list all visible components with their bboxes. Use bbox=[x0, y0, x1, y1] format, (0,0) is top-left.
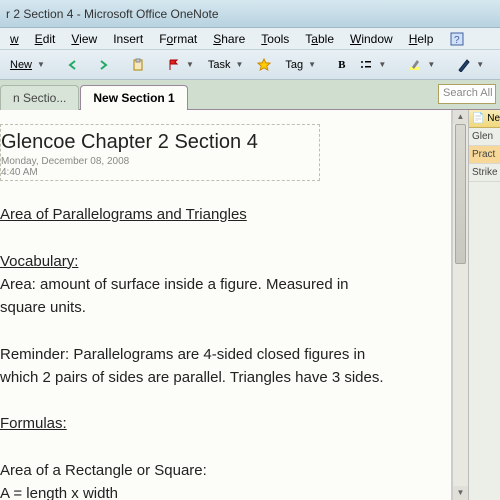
undo-button[interactable] bbox=[61, 54, 87, 76]
note-text[interactable]: which 2 pairs of sides are parallel. Tri… bbox=[0, 366, 451, 389]
note-vocab-heading[interactable]: Vocabulary: bbox=[0, 250, 451, 273]
svg-text:?: ? bbox=[454, 35, 460, 46]
menu-insert[interactable]: Insert bbox=[107, 30, 149, 48]
page-time: 4:40 AM bbox=[1, 167, 309, 178]
search-input[interactable]: Search All bbox=[438, 84, 496, 104]
note-body[interactable]: Area of Parallelograms and Triangles Voc… bbox=[0, 203, 451, 500]
scroll-down-arrow[interactable]: ▼ bbox=[453, 486, 468, 500]
menu-table[interactable]: Table bbox=[299, 30, 340, 48]
chevron-down-icon: ▼ bbox=[427, 60, 435, 69]
page-date: Monday, December 08, 2008 bbox=[1, 156, 309, 167]
page-tab-practice[interactable]: Pract bbox=[469, 146, 500, 164]
page-title-container[interactable]: Glencoe Chapter 2 Section 4 Monday, Dece… bbox=[0, 124, 320, 181]
note-text[interactable]: Reminder: Parallelograms are 4-sided clo… bbox=[0, 343, 451, 366]
note-heading[interactable]: Area of Parallelograms and Triangles bbox=[0, 203, 451, 226]
section-tabs: n Sectio... New Section 1 Search All bbox=[0, 80, 500, 110]
vertical-scrollbar[interactable]: ▲ ▼ bbox=[452, 110, 468, 500]
work-area: Glencoe Chapter 2 Section 4 Monday, Dece… bbox=[0, 110, 500, 500]
task-button[interactable]: Task ▼ bbox=[202, 55, 250, 75]
chevron-down-icon: ▼ bbox=[476, 60, 484, 69]
note-text[interactable]: Area of a Rectangle or Square: bbox=[0, 459, 451, 482]
tab-prev-section[interactable]: n Sectio... bbox=[0, 85, 79, 110]
page-title[interactable]: Glencoe Chapter 2 Section 4 bbox=[1, 131, 309, 154]
redo-button[interactable] bbox=[89, 54, 115, 76]
window-title: r 2 Section 4 - Microsoft Office OneNote bbox=[6, 7, 219, 21]
note-text[interactable]: Area: amount of surface inside a figure.… bbox=[0, 273, 451, 296]
chevron-down-icon: ▼ bbox=[235, 60, 243, 69]
pen-button[interactable]: ▼ bbox=[451, 54, 490, 76]
menu-bar: w Edit View Insert Format Share Tools Ta… bbox=[0, 28, 500, 50]
note-formulas-heading[interactable]: Formulas: bbox=[0, 412, 451, 435]
eraser-button[interactable] bbox=[492, 54, 500, 76]
tag-button[interactable]: Tag ▼ bbox=[279, 55, 322, 75]
tab-new-section-1[interactable]: New Section 1 bbox=[80, 85, 187, 110]
menu-view[interactable]: View bbox=[65, 30, 103, 48]
highlight-button[interactable]: ▼ bbox=[402, 54, 441, 76]
flag-button[interactable]: ▼ bbox=[161, 54, 200, 76]
scroll-thumb[interactable] bbox=[455, 124, 466, 264]
page-tab-glencoe[interactable]: Glen bbox=[469, 128, 500, 146]
menu-window[interactable]: Window bbox=[344, 30, 399, 48]
menu-tools[interactable]: Tools bbox=[255, 30, 295, 48]
task-label: Task bbox=[208, 59, 231, 71]
tag-star-button[interactable] bbox=[251, 54, 277, 76]
chevron-down-icon: ▼ bbox=[378, 60, 386, 69]
title-bar: r 2 Section 4 - Microsoft Office OneNote bbox=[0, 0, 500, 28]
toolbar: New▼ ▼ Task ▼ Tag ▼ B ▼ ▼ ▼ bbox=[0, 50, 500, 80]
menu-help[interactable]: Help bbox=[403, 30, 440, 48]
note-text[interactable]: A = length x width bbox=[0, 482, 451, 500]
menu-file-new[interactable]: w bbox=[4, 30, 25, 48]
page-list-panel: 📄 Ne Glen Pract Strike bbox=[468, 110, 500, 500]
bullets-button[interactable]: ▼ bbox=[353, 54, 392, 76]
menu-format[interactable]: Format bbox=[153, 30, 203, 48]
new-page-button[interactable]: 📄 Ne bbox=[469, 110, 500, 128]
new-button[interactable]: New▼ bbox=[4, 55, 51, 75]
clipboard-button[interactable] bbox=[125, 54, 151, 76]
tag-label: Tag bbox=[285, 59, 303, 71]
chevron-down-icon: ▼ bbox=[186, 60, 194, 69]
scroll-up-arrow[interactable]: ▲ bbox=[453, 110, 468, 124]
note-text[interactable]: square units. bbox=[0, 296, 451, 319]
page-tab-strike[interactable]: Strike bbox=[469, 164, 500, 182]
menu-share[interactable]: Share bbox=[207, 30, 251, 48]
note-page[interactable]: Glencoe Chapter 2 Section 4 Monday, Dece… bbox=[0, 110, 452, 500]
chevron-down-icon: ▼ bbox=[308, 60, 316, 69]
chevron-down-icon: ▼ bbox=[37, 60, 45, 69]
menu-edit[interactable]: Edit bbox=[29, 30, 62, 48]
bold-button[interactable]: B bbox=[332, 55, 351, 75]
menu-help-icon[interactable]: ? bbox=[443, 29, 471, 49]
